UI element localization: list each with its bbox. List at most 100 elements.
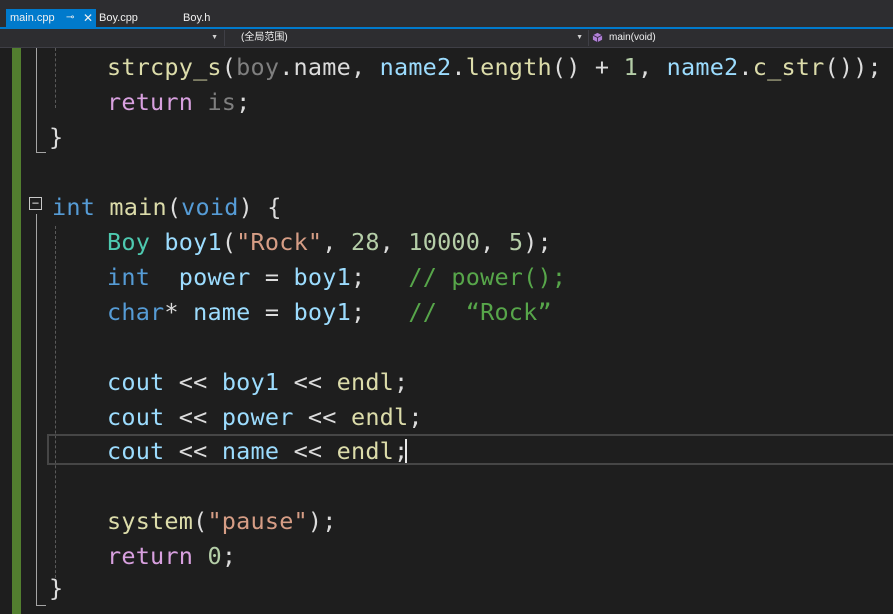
token: // “Rock”	[408, 298, 552, 326]
token: ;	[408, 403, 423, 431]
token: (	[193, 507, 208, 535]
tab-label: main.cpp	[10, 12, 55, 24]
token: (	[221, 228, 237, 256]
code-line-13: }	[49, 571, 63, 606]
token: boy	[236, 53, 280, 81]
token: ,	[322, 228, 351, 256]
token: <<	[164, 368, 222, 396]
scope-label: (全局范围)	[241, 32, 288, 43]
token: =	[250, 263, 294, 291]
tab-label: Boy.h	[183, 12, 211, 24]
pin-icon[interactable]: ⊸	[66, 9, 74, 27]
token: return	[107, 542, 194, 570]
token: 0	[207, 542, 222, 570]
token: strcpy_s	[107, 53, 222, 81]
code-line-12: return 0;	[107, 539, 236, 574]
token: void	[181, 193, 239, 221]
token: endl	[336, 368, 395, 396]
outline-end	[36, 152, 46, 153]
triangle-down-icon: ▼	[211, 34, 218, 41]
outline-line	[36, 48, 37, 152]
token: *	[164, 298, 194, 326]
close-icon[interactable]: ✕	[83, 9, 93, 27]
token: is	[207, 88, 237, 116]
text-caret	[405, 439, 407, 463]
token: boy1	[293, 263, 351, 291]
token: (	[221, 53, 237, 81]
token: ());	[824, 53, 882, 81]
code-line-4: int main(void) {	[52, 190, 282, 225]
token: ;	[350, 298, 409, 326]
token: <<	[279, 368, 337, 396]
token: int	[107, 263, 151, 291]
token: c_str	[752, 53, 825, 81]
token: ,	[379, 228, 409, 256]
token: boy1	[293, 298, 351, 326]
token: ,	[637, 53, 667, 81]
token: ;	[350, 263, 409, 291]
code-line-6: int power = boy1; // power();	[107, 260, 566, 295]
token: main	[109, 193, 167, 221]
code-line-11: system("pause");	[107, 504, 337, 539]
token: name	[221, 437, 280, 465]
outline-line	[36, 214, 37, 605]
token: endl	[350, 403, 409, 431]
navigation-bar: ▼ (全局范围) ▼ main(void)	[0, 29, 893, 48]
token: <<	[164, 437, 222, 465]
token: <<	[164, 403, 222, 431]
method-cube-icon	[592, 32, 603, 43]
token: Boy	[107, 228, 151, 256]
code-line-3: }	[49, 120, 63, 155]
change-tracking-margin	[12, 48, 21, 614]
outline-end	[36, 605, 46, 606]
token: "Rock"	[236, 228, 323, 256]
token: return	[107, 88, 194, 116]
token: ;	[221, 542, 237, 570]
token: ;	[394, 368, 409, 396]
minus-box-icon[interactable]: −	[29, 197, 42, 210]
token: 28	[350, 228, 380, 256]
token: boy1	[221, 368, 280, 396]
token: ) {	[238, 193, 282, 221]
token: length	[465, 53, 552, 81]
tab-boy-cpp[interactable]: Boy.cpp	[99, 9, 138, 27]
code-editor[interactable]: − strcpy_s(boy.name, name2.length() + 1,…	[0, 48, 893, 614]
token: 10000	[408, 228, 481, 256]
token: cout	[107, 437, 165, 465]
token: cout	[107, 368, 165, 396]
tab-main-cpp[interactable]: main.cpp ⊸ ✕	[6, 9, 96, 27]
token: 1	[623, 53, 638, 81]
code-line-5: Boy boy1("Rock", 28, 10000, 5);	[107, 225, 552, 260]
scope-dropdown[interactable]: (全局范围) ▼	[224, 30, 587, 46]
member-dropdown[interactable]: main(void)	[588, 30, 893, 46]
token: ;	[236, 88, 251, 116]
code-line-1: strcpy_s(boy.name, name2.length() + 1, n…	[107, 50, 882, 85]
token: .	[451, 53, 466, 81]
tab-label: Boy.cpp	[99, 12, 138, 24]
token: // power();	[408, 263, 567, 291]
token: .	[738, 53, 753, 81]
token: 5	[508, 228, 524, 256]
token: power	[178, 263, 251, 291]
token: power	[221, 403, 294, 431]
code-line-10: cout << name << endl;	[107, 434, 408, 469]
project-dropdown[interactable]: ▼	[0, 30, 222, 46]
token: name2	[666, 53, 739, 81]
token: name	[193, 298, 251, 326]
token: =	[250, 298, 294, 326]
token: endl	[336, 437, 395, 465]
token: }	[49, 123, 64, 151]
token: int	[52, 193, 96, 221]
token: char	[107, 298, 165, 326]
token: }	[49, 574, 64, 602]
token: .name,	[279, 53, 380, 81]
tab-boy-h[interactable]: Boy.h	[183, 9, 210, 27]
indent-guide	[55, 48, 56, 108]
code-line-8: cout << boy1 << endl;	[107, 365, 408, 400]
token: name2	[379, 53, 452, 81]
token: ,	[480, 228, 509, 256]
token: boy1	[164, 228, 222, 256]
